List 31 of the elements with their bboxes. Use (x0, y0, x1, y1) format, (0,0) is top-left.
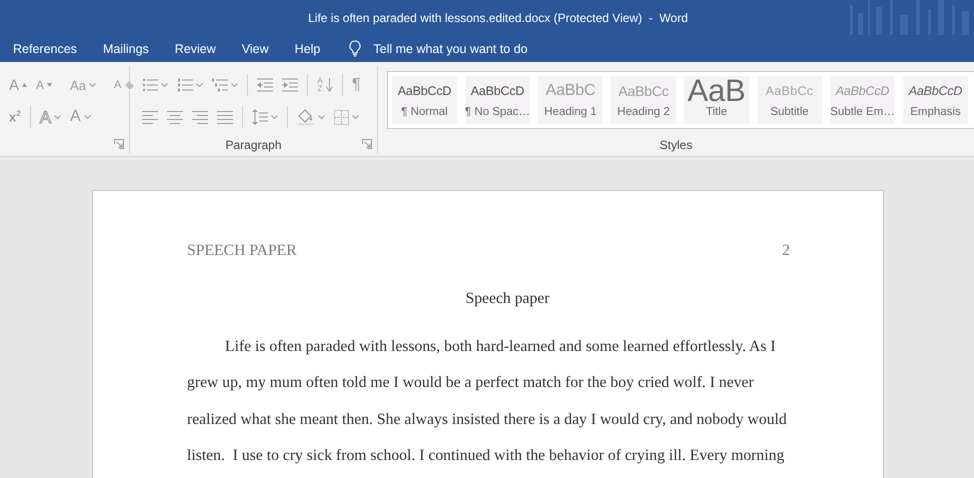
dotted-square-icon (334, 110, 349, 124)
up-triangle-icon (22, 83, 28, 87)
tell-me-button[interactable]: Tell me what you want to do (333, 35, 541, 62)
ribbon-tab[interactable]: Help (282, 35, 334, 62)
ribbon-tab[interactable]: View (228, 35, 282, 62)
paint-bucket-icon (297, 109, 315, 125)
corner-arrow-icon (114, 138, 124, 148)
outdent-icon (257, 78, 273, 92)
corner-arrow-icon (362, 138, 372, 148)
document-title: Speech paper (464, 289, 551, 309)
bullet-list-icon (142, 78, 158, 92)
group-label: Styles (660, 138, 692, 152)
down-triangle-icon (47, 83, 52, 87)
align-center-icon (167, 110, 183, 124)
numbered-list-icon (177, 78, 193, 92)
down-arrow-icon (326, 78, 333, 92)
indent-icon (282, 78, 298, 92)
page-number: 2 (782, 242, 790, 260)
ribbon-tab[interactable]: Mailings (90, 35, 162, 62)
line-spacing-icon (252, 109, 268, 125)
align-right-icon (192, 110, 208, 124)
window-title: Life is often paraded with lessons.edited.docx (Protected View) - Word (307, 10, 688, 24)
lightbulb-icon (349, 40, 362, 57)
justify-icon (217, 110, 233, 124)
ribbon-tab[interactable]: References (0, 35, 90, 62)
multilevel-list-icon (212, 78, 228, 92)
align-left-icon (142, 110, 158, 124)
ribbon-tab[interactable]: Review (162, 35, 229, 62)
group-label: Paragraph (225, 138, 282, 152)
running-head: SPEECH PAPER (187, 242, 297, 260)
body-paragraph: Life is often paraded with lessons, both hard-learned and some learned effortlessly. As I grew up, my mum often told me I would be a perfect match for the boy cried wolf. I never realized what she meant then. She always insisted there is a day I would cry, and nobody would listen. I use to cry sick from school. I continued with the behavior of crying ill. Every morning (187, 336, 788, 466)
